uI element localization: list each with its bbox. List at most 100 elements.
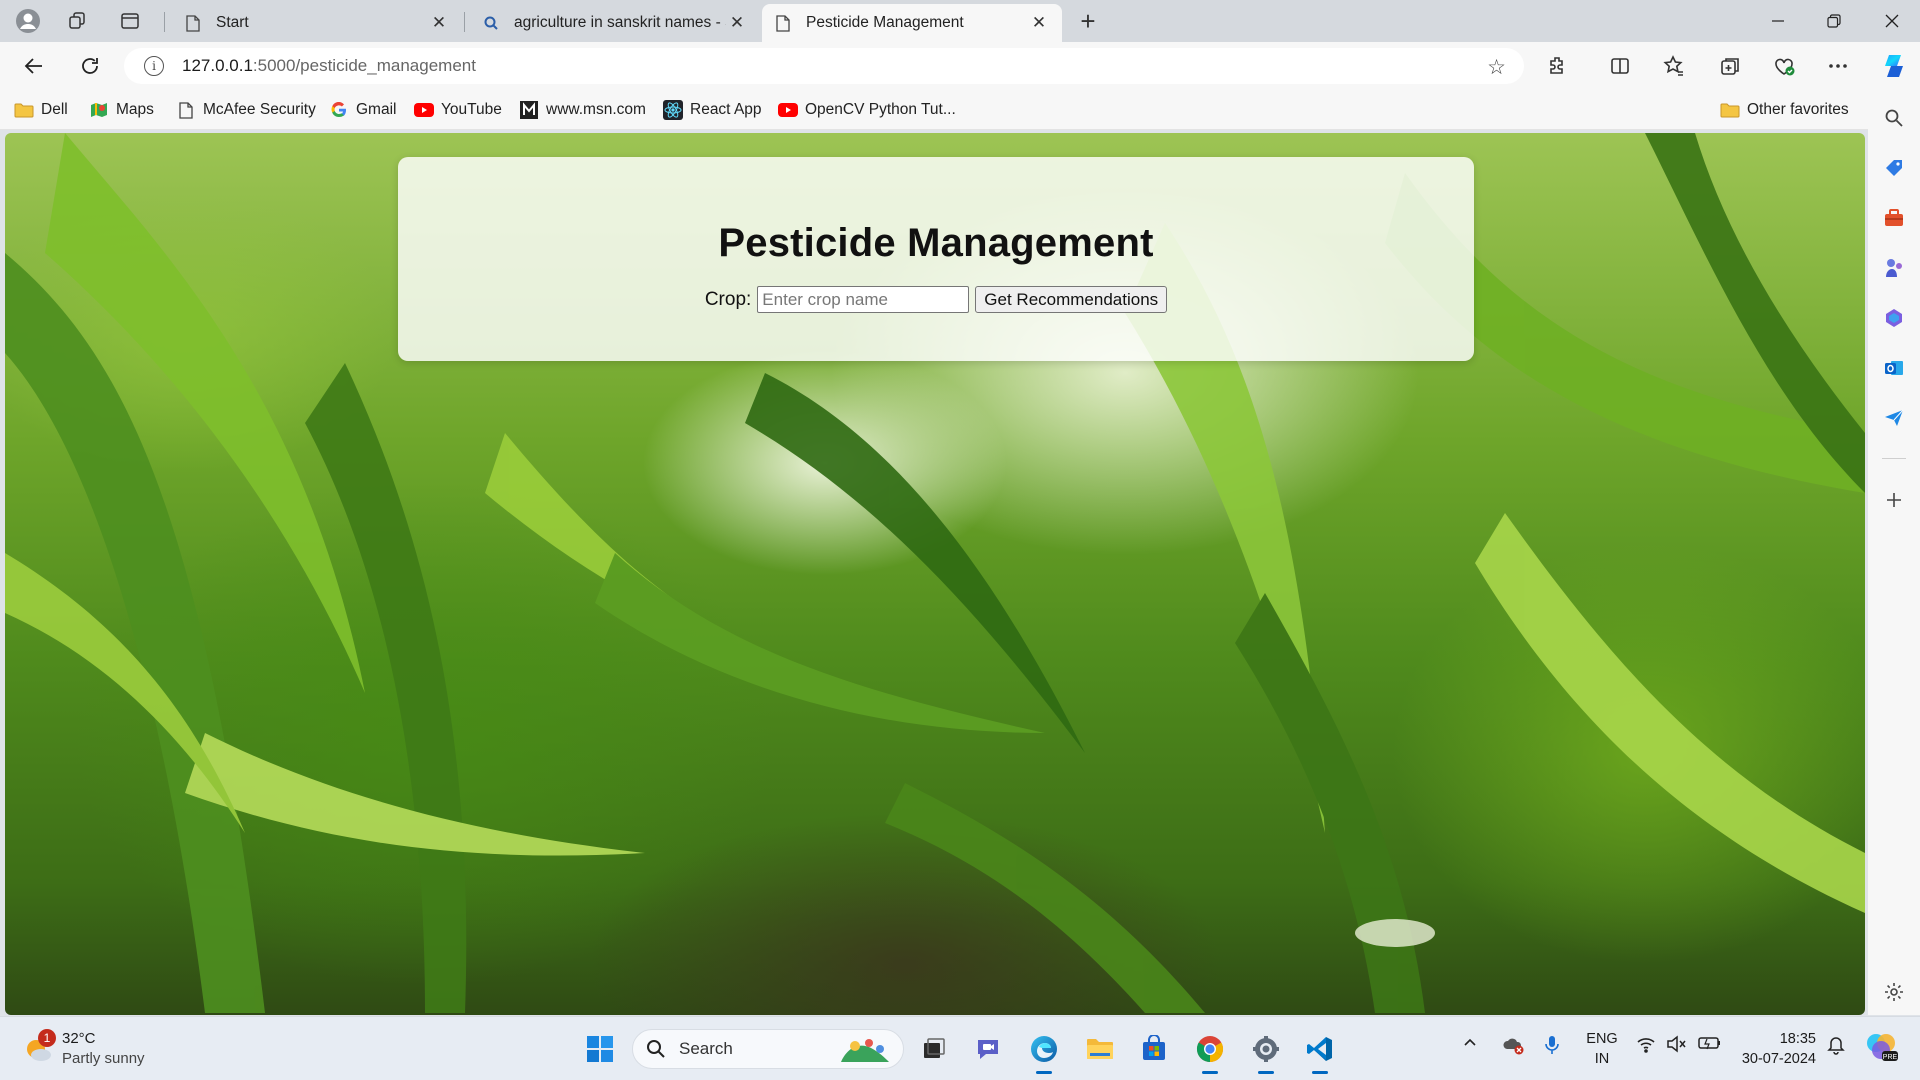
search-icon[interactable]	[1878, 102, 1910, 134]
battery-icon[interactable]	[1698, 1035, 1722, 1055]
new-tab-button[interactable]: +	[1072, 6, 1104, 36]
back-button[interactable]	[16, 50, 52, 82]
browser-essentials-icon[interactable]	[1766, 50, 1802, 82]
favorite-label: Gmail	[356, 101, 397, 118]
page-title: Pesticide Management	[718, 221, 1154, 265]
start-icon[interactable]	[580, 1031, 620, 1067]
close-icon[interactable]: ✕	[726, 12, 748, 34]
vertical-tabs-icon[interactable]	[114, 7, 146, 35]
address-bar[interactable]: i 127.0.0.1:5000/pesticide_management ☆	[124, 48, 1524, 84]
region-code: IN	[1594, 1051, 1610, 1067]
react-icon	[663, 100, 683, 120]
split-screen-icon[interactable]	[1602, 50, 1638, 82]
favorite-gmail[interactable]: Gmail	[329, 99, 396, 121]
tab-start[interactable]: Start ✕	[172, 4, 462, 42]
clock[interactable]: 18:35 30-07-2024	[1736, 1029, 1816, 1069]
edge-sidebar	[1868, 90, 1920, 1015]
weather-badge: 1	[38, 1029, 56, 1047]
msn-icon	[519, 101, 539, 119]
onedrive-icon[interactable]	[1502, 1035, 1526, 1059]
close-icon[interactable]: ✕	[428, 12, 450, 34]
maps-icon	[89, 101, 109, 119]
profile-icon[interactable]	[12, 7, 44, 35]
weather-widget[interactable]: 1 32°C Partly sunny	[22, 1029, 145, 1069]
favorite-dell[interactable]: Dell	[14, 99, 68, 121]
tab-search[interactable]: agriculture in sanskrit names - Se ✕	[470, 4, 760, 42]
search-icon	[647, 1040, 665, 1058]
taskbar-search[interactable]: Search	[632, 1029, 904, 1069]
favorite-maps[interactable]: Maps	[89, 99, 154, 121]
wifi-icon[interactable]	[1636, 1035, 1656, 1057]
task-view-icon[interactable]	[914, 1031, 954, 1067]
add-icon[interactable]	[1878, 484, 1910, 516]
volume-muted-icon[interactable]	[1666, 1035, 1688, 1057]
weather-condition: Partly sunny	[62, 1050, 145, 1067]
search-icon	[482, 14, 500, 32]
close-window-button[interactable]	[1864, 0, 1920, 42]
tools-icon[interactable]	[1878, 202, 1910, 234]
shopping-tag-icon[interactable]	[1878, 152, 1910, 184]
extensions-icon[interactable]	[1540, 50, 1576, 82]
tab-pesticide-management[interactable]: Pesticide Management ✕	[762, 4, 1062, 42]
chrome-icon[interactable]	[1190, 1031, 1230, 1074]
tab-title: Pesticide Management	[806, 14, 964, 31]
minimize-button[interactable]	[1750, 0, 1806, 42]
favorites-bar: Dell Maps McAfee Security Gmail YouTube …	[0, 90, 1920, 130]
copilot-icon[interactable]	[1876, 50, 1912, 82]
file-explorer-icon[interactable]	[1080, 1031, 1120, 1067]
favorites-icon[interactable]	[1656, 50, 1692, 82]
favorite-msn[interactable]: www.msn.com	[519, 99, 646, 121]
crop-input[interactable]	[757, 286, 970, 313]
form-card: Pesticide Management Crop: Get Recommend…	[398, 157, 1474, 361]
weather-sun-icon: 1	[22, 1029, 56, 1065]
search-highlight-icon	[835, 1034, 895, 1071]
crop-label: Crop:	[704, 288, 752, 310]
games-icon[interactable]	[1878, 252, 1910, 284]
folder-icon	[14, 101, 34, 119]
favorite-star-icon[interactable]: ☆	[1487, 55, 1506, 80]
microsoft-store-icon[interactable]	[1134, 1031, 1174, 1067]
taskbar: 1 32°C Partly sunny Search ENG IN 18:35 …	[0, 1016, 1920, 1080]
notifications-icon[interactable]	[1826, 1035, 1846, 1059]
folder-icon	[1720, 101, 1740, 119]
microsoft-365-icon[interactable]	[1878, 302, 1910, 334]
edge-icon[interactable]	[1024, 1031, 1064, 1074]
teams-chat-icon[interactable]	[968, 1031, 1008, 1067]
microphone-icon[interactable]	[1544, 1035, 1560, 1059]
favorite-label: YouTube	[441, 101, 502, 118]
favorite-label: McAfee Security	[203, 101, 316, 118]
workspaces-icon[interactable]	[62, 7, 94, 35]
tab-title: agriculture in sanskrit names - Se	[514, 14, 726, 31]
favorite-opencv[interactable]: OpenCV Python Tut...	[778, 99, 956, 121]
clock-time: 18:35	[1779, 1031, 1816, 1047]
favorite-react-app[interactable]: React App	[663, 99, 762, 121]
favorite-label: www.msn.com	[546, 101, 646, 118]
refresh-button[interactable]	[72, 50, 108, 82]
site-info-icon[interactable]: i	[144, 56, 164, 76]
restore-button[interactable]	[1806, 0, 1862, 42]
settings-icon[interactable]	[1878, 976, 1910, 1008]
favorite-label: Other favorites	[1747, 101, 1849, 118]
vscode-icon[interactable]	[1300, 1031, 1340, 1074]
get-recommendations-button[interactable]: Get Recommendations	[975, 286, 1168, 313]
svg-text:PRE: PRE	[1883, 1054, 1898, 1061]
show-hidden-icons-chevron[interactable]	[1462, 1035, 1478, 1055]
page-icon	[176, 101, 196, 119]
clock-date: 30-07-2024	[1741, 1051, 1816, 1067]
settings-app-icon[interactable]	[1246, 1031, 1286, 1074]
favorite-label: React App	[690, 101, 762, 118]
close-icon[interactable]: ✕	[1028, 12, 1050, 34]
send-icon[interactable]	[1878, 402, 1910, 434]
more-options-icon[interactable]	[1820, 50, 1856, 82]
crop-form: Crop: Get Recommendations	[398, 286, 1474, 313]
favorite-label: Maps	[116, 101, 154, 118]
favorite-mcafee[interactable]: McAfee Security	[176, 99, 316, 121]
other-favorites[interactable]: Other favorites	[1720, 99, 1849, 121]
copilot-taskbar-icon[interactable]: PRE	[1864, 1029, 1898, 1067]
collections-icon[interactable]	[1712, 50, 1748, 82]
favorite-label: OpenCV Python Tut...	[805, 101, 956, 118]
google-icon	[329, 101, 349, 119]
language-indicator[interactable]: ENG IN	[1582, 1029, 1622, 1069]
favorite-youtube[interactable]: YouTube	[414, 99, 502, 121]
outlook-icon[interactable]	[1878, 352, 1910, 384]
